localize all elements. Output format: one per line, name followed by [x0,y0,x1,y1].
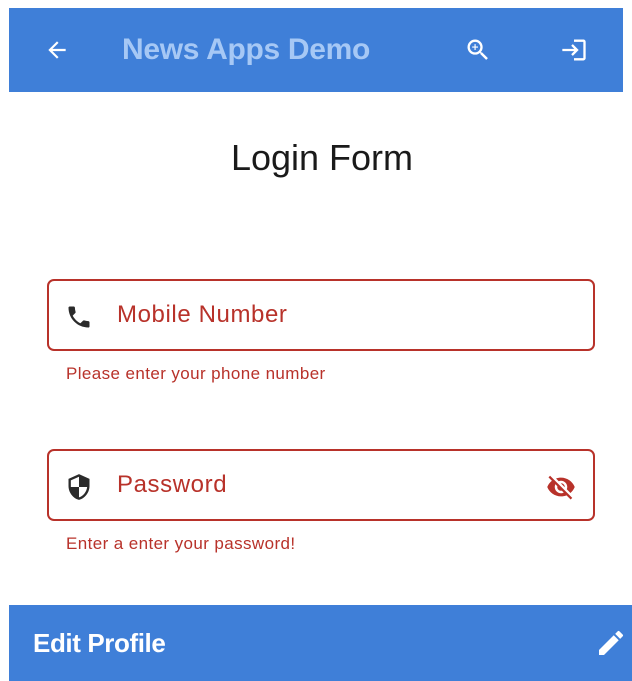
edit-profile-bar[interactable]: Edit Profile [9,605,632,681]
edit-pencil-icon [599,630,624,655]
mobile-number-field [47,279,595,351]
form-title: Login Form [230,137,414,178]
zoom-in-icon [467,39,488,60]
mobile-number-error: Please enter your phone number [66,364,326,383]
password-input[interactable] [117,463,517,507]
zoom-button[interactable] [458,30,498,70]
edit-profile-label: Edit Profile [33,628,166,658]
visibility-toggle-button[interactable] [543,471,579,503]
phone-icon [63,301,95,333]
visibility-off-icon [547,475,575,500]
password-error: Enter a enter your password! [66,534,296,553]
shield-icon [63,471,95,503]
app-title: News Apps Demo [122,33,371,66]
edit-profile-button[interactable] [593,625,629,661]
login-icon [562,39,586,61]
mobile-number-input[interactable] [117,293,517,337]
login-screen: News Apps Demo Login Form Please enter y… [0,0,632,681]
password-field [47,449,595,521]
back-button[interactable] [37,30,77,70]
login-button[interactable] [554,30,594,70]
app-bar: News Apps Demo [9,8,623,92]
arrow-back-icon [48,41,66,59]
